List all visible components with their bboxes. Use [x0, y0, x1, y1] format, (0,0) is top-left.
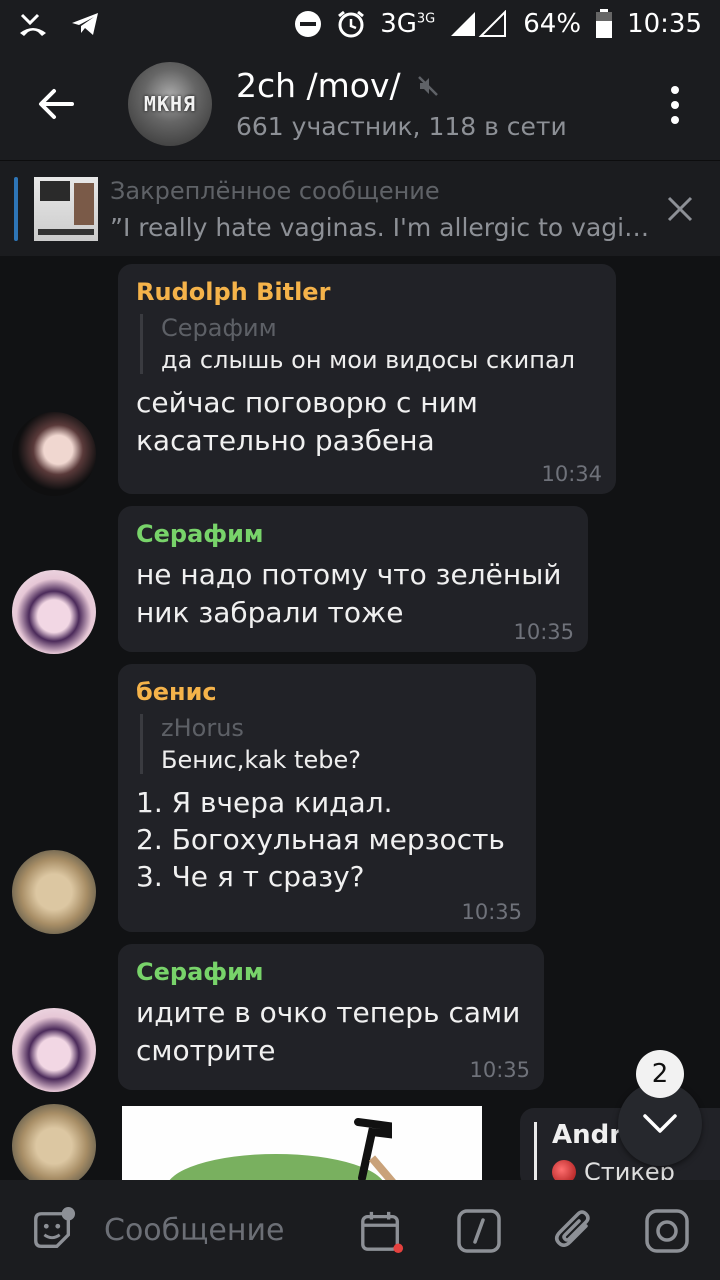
status-bar: 3G3G 64% 10:35 [0, 0, 720, 48]
muted-icon [417, 75, 438, 96]
avatar[interactable] [12, 570, 96, 654]
reply-quote[interactable]: Серафим да слышь он мои видосы скипал [140, 314, 596, 374]
close-icon[interactable] [666, 195, 694, 223]
message-text: сейчас поговорю с ним касательно разбена [136, 386, 478, 457]
more-vertical-icon [671, 86, 679, 94]
message-input[interactable] [104, 1204, 344, 1256]
camera-button[interactable] [644, 1208, 690, 1254]
sender-name[interactable]: бенис [136, 678, 516, 706]
dnd-icon [294, 10, 322, 38]
bot-commands-button[interactable] [456, 1208, 502, 1254]
message-list[interactable]: Rudolph Bitler Серафим да слышь он мои в… [0, 256, 720, 1180]
chevron-down-icon [643, 1114, 677, 1133]
message-time: 10:35 [469, 1058, 530, 1082]
message-bubble[interactable]: бенис zHorus Бенис,kak tebe? 1. Я вчера … [118, 664, 536, 932]
sticker-icon [34, 1207, 76, 1249]
message-time: 10:35 [513, 620, 574, 644]
paperclip-icon [555, 1210, 590, 1247]
telegram-icon [70, 11, 100, 37]
sticker-button[interactable] [30, 1207, 76, 1254]
battery-percent: 64% [523, 9, 582, 39]
alarm-icon [336, 9, 366, 39]
pinned-indicator [14, 177, 18, 241]
message-text: идите в очко теперь сами смотрите [136, 996, 521, 1067]
avatar[interactable] [12, 850, 96, 934]
more-menu-button[interactable] [660, 80, 690, 130]
message-bubble[interactable]: Серафим идите в очко теперь сами смотрит… [118, 944, 544, 1090]
avatar[interactable] [12, 1008, 96, 1092]
avatar[interactable] [12, 1104, 96, 1180]
message-bubble[interactable]: Серафим не надо потому что зелёный ник з… [118, 506, 588, 652]
pinned-label: Закреплённое сообщение [110, 177, 440, 205]
message-bubble[interactable]: Rudolph Bitler Серафим да слышь он мои в… [118, 264, 616, 494]
calendar-icon [361, 1211, 404, 1254]
reply-quote[interactable]: zHorus Бенис,kak tebe? [140, 714, 516, 774]
pinned-thumbnail [34, 177, 98, 241]
missed-call-icon [18, 11, 48, 37]
signal-icon [449, 10, 509, 38]
schedule-button[interactable] [358, 1208, 404, 1254]
chat-title[interactable]: 2ch /mov/ [236, 66, 439, 105]
camera-icon [645, 1209, 689, 1253]
slash-command-icon [457, 1209, 501, 1253]
message-composer [0, 1180, 720, 1280]
unread-count-badge: 2 [636, 1050, 684, 1098]
pinned-text: ”I really hate vaginas. I'm allergic to … [110, 213, 650, 242]
message-text: не надо потому что зелёный ник забрали т… [136, 558, 562, 629]
sticker-emoji-icon [552, 1160, 576, 1180]
sticker-image[interactable] [122, 1106, 482, 1180]
message-text: 1. Я вчера кидал. 2. Богохульная мерзост… [136, 786, 505, 893]
chat-header: MKHЯ 2ch /mov/ 661 участник, 118 в сети [0, 48, 720, 160]
network-type: 3G3G [380, 9, 436, 39]
sender-name[interactable]: Серафим [136, 958, 524, 986]
message-time: 10:34 [541, 462, 602, 486]
chat-avatar[interactable]: MKHЯ [128, 62, 212, 146]
sender-name[interactable]: Серафим [136, 520, 568, 548]
pinned-message-bar[interactable]: Закреплённое сообщение ”I really hate va… [0, 160, 720, 256]
sender-name[interactable]: Rudolph Bitler [136, 278, 596, 306]
attach-button[interactable] [552, 1208, 598, 1254]
chat-subtitle: 661 участник, 118 в сети [236, 112, 567, 141]
battery-icon [595, 9, 613, 39]
clock: 10:35 [627, 9, 702, 39]
back-button[interactable] [30, 78, 82, 130]
avatar[interactable] [12, 412, 96, 496]
message-time: 10:35 [461, 900, 522, 924]
arrow-left-icon [39, 89, 74, 119]
